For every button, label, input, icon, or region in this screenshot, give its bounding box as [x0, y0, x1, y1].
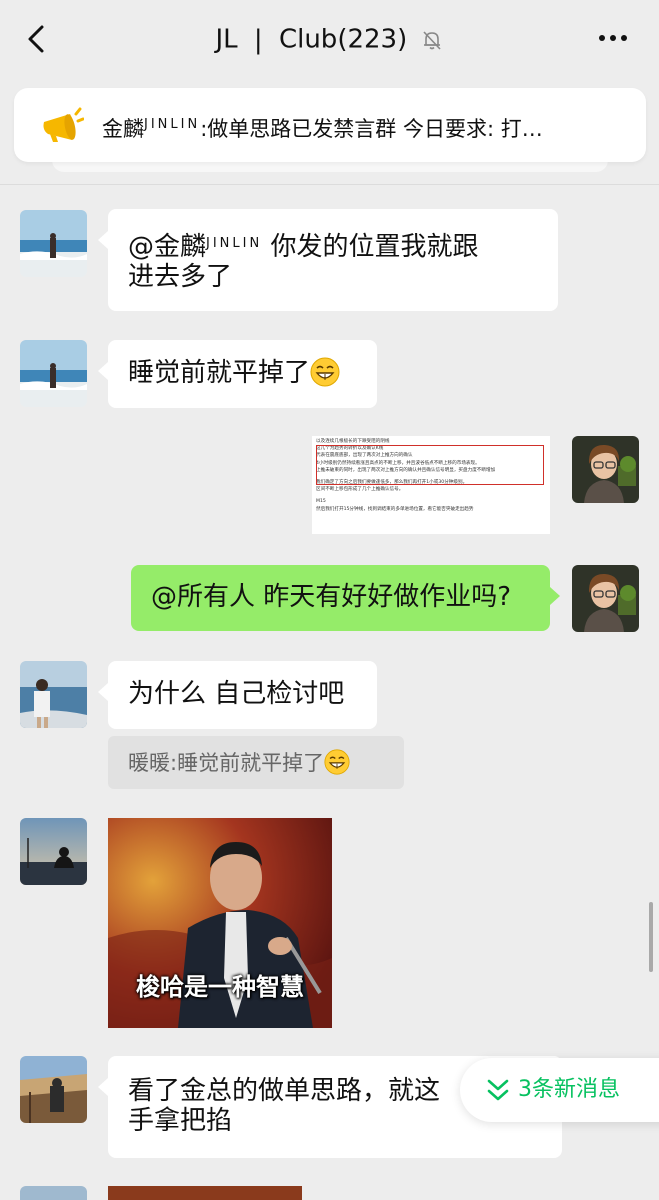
message-bubble[interactable]: @金麟JINLIN 你发的位置我就跟 进去多了	[98, 209, 558, 311]
title-name: JL	[215, 24, 238, 55]
image-message[interactable]: 以及连续几根极长的下跌受阻的阴线 这几个为趋势的转折以及确认K线 代表在震底底部…	[312, 436, 550, 534]
grin-emoji-icon	[310, 357, 340, 387]
mention-sup: JINLIN	[206, 236, 263, 251]
my-avatar[interactable]	[572, 565, 639, 632]
my-avatar[interactable]	[572, 436, 639, 503]
double-chevron-down-icon	[487, 1079, 509, 1101]
new-messages-label: 3条新消息	[518, 1077, 620, 1102]
message-text: @所有人 昨天有好好做作业吗?	[151, 582, 512, 612]
grin-emoji-icon	[324, 749, 350, 775]
message-text: 为什么 自己检讨吧	[128, 679, 345, 709]
avatar[interactable]	[20, 340, 87, 407]
message-bubble[interactable]: 为什么 自己检讨吧	[98, 661, 377, 729]
divider	[0, 184, 659, 185]
scrollbar[interactable]	[649, 902, 653, 972]
chat-header: JL | Club(223)	[0, 0, 659, 80]
message-text: 你发的位置我就跟	[262, 232, 479, 262]
mute-bell-icon	[422, 30, 441, 50]
doc-line: 区间不断上移包形成了几个上推确认信号。	[316, 487, 404, 493]
doc-line: M15	[316, 499, 326, 505]
avatar[interactable]	[20, 818, 87, 885]
avatar[interactable]	[20, 210, 87, 277]
member-count: (223)	[337, 24, 408, 55]
announcement-sender: 金麟	[102, 117, 144, 141]
more-icon[interactable]	[597, 28, 629, 48]
avatar[interactable]	[20, 1186, 87, 1200]
announcement-text: 金麟JINLIN:做单思路已发禁言群 今日要求: 打…	[102, 110, 630, 144]
group-announcement[interactable]: 金麟JINLIN:做单思路已发禁言群 今日要求: 打…	[14, 88, 646, 162]
meme-caption: 梭哈是一种智慧	[136, 973, 304, 1001]
avatar[interactable]	[20, 1056, 87, 1123]
chat-title: JL | Club(223)	[0, 22, 659, 57]
new-messages-button[interactable]: 3条新消息	[460, 1058, 659, 1122]
message-bubble[interactable]: 睡觉前就平掉了	[98, 340, 377, 408]
doc-line: 然后我们打开15分钟线，找到调结束的多单进场位置，看它能否突破走出趋势	[316, 506, 474, 512]
avatar[interactable]	[20, 661, 87, 728]
title-group: Club	[278, 24, 338, 55]
image-message[interactable]	[108, 1186, 302, 1200]
quoted-reply[interactable]: 暖暖:睡觉前就平掉了	[108, 736, 404, 789]
announcement-sender-sup: JINLIN	[144, 117, 201, 132]
message-bubble[interactable]: @所有人 昨天有好好做作业吗?	[131, 565, 560, 631]
message-text: 睡觉前就平掉了	[128, 358, 311, 388]
speaker-icon	[43, 107, 84, 142]
announcement-body: :做单思路已发禁言群 今日要求: 打…	[200, 117, 543, 141]
title-separator: |	[253, 24, 263, 55]
meme-image-message[interactable]: 梭哈是一种智慧	[108, 818, 332, 1028]
highlight-box	[316, 445, 544, 485]
quote-text: 暖暖:睡觉前就平掉了	[128, 751, 325, 775]
